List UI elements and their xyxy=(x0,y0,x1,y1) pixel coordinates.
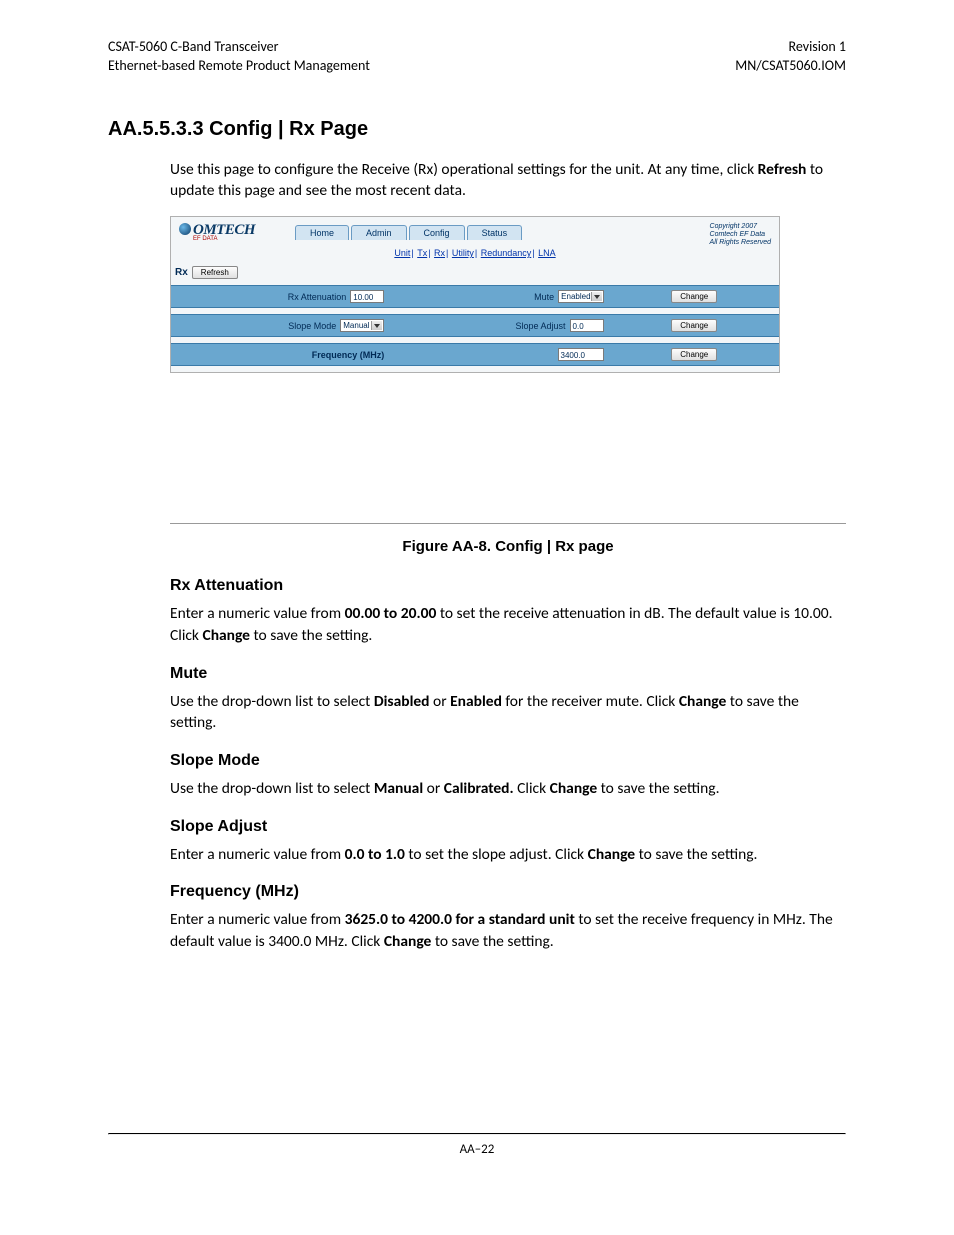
subtab-unit[interactable]: Unit xyxy=(394,248,410,258)
subtab-utility[interactable]: Utility xyxy=(452,248,474,258)
rx-attenuation-label: Rx Attenuation xyxy=(288,292,347,302)
intro-paragraph: Use this page to configure the Receive (… xyxy=(170,159,846,202)
header-left-1: CSAT-5060 C-Band Transceiver xyxy=(108,38,370,57)
change-button-row2[interactable]: Change xyxy=(671,319,717,332)
para-mute: Use the drop-down list to select Disable… xyxy=(170,691,846,734)
row-frequency: Frequency (MHz) 3400.0 Change xyxy=(171,343,779,366)
section-heading: AA.5.5.3.3 Config | Rx Page xyxy=(108,118,846,141)
figure-config-rx: OMTECH EF DATA Home Admin Config Status … xyxy=(170,216,846,555)
slope-mode-label: Slope Mode xyxy=(288,321,336,331)
figure-rule xyxy=(170,523,846,524)
para-rx-attenuation: Enter a numeric value from 00.00 to 20.0… xyxy=(170,603,846,646)
subtab-rx[interactable]: Rx xyxy=(434,248,445,258)
refresh-button[interactable]: Refresh xyxy=(192,266,238,279)
subtab-tx[interactable]: Tx xyxy=(417,248,427,258)
sub-tabs: Unit| Tx| Rx| Utility| Redundancy| LNA xyxy=(171,248,779,258)
slope-adjust-input[interactable]: 0.0 xyxy=(570,319,604,332)
globe-icon xyxy=(179,223,191,235)
frequency-label: Frequency (MHz) xyxy=(312,350,385,360)
heading-slope-mode: Slope Mode xyxy=(170,752,846,770)
rx-section-label: Rx xyxy=(175,267,188,278)
tab-status[interactable]: Status xyxy=(467,225,523,240)
subtab-redundancy[interactable]: Redundancy xyxy=(481,248,532,258)
heading-mute: Mute xyxy=(170,665,846,683)
frequency-input[interactable]: 3400.0 xyxy=(558,348,604,361)
header-right-1: Revision 1 xyxy=(735,38,846,57)
tab-admin[interactable]: Admin xyxy=(351,225,407,240)
heading-frequency: Frequency (MHz) xyxy=(170,883,846,901)
header-right-2: MN/CSAT5060.IOM xyxy=(735,57,846,76)
heading-rx-attenuation: Rx Attenuation xyxy=(170,577,846,595)
page-number: AA–22 xyxy=(0,1142,954,1157)
rx-attenuation-input[interactable]: 10.00 xyxy=(350,290,384,303)
mute-select[interactable]: Enabled xyxy=(558,290,603,303)
copyright: Copyright 2007 Comtech EF Data All Right… xyxy=(710,223,771,246)
main-tabs: Home Admin Config Status xyxy=(295,225,524,240)
slope-mode-select[interactable]: Manual xyxy=(340,319,384,332)
page-header: CSAT-5060 C-Band Transceiver Ethernet-ba… xyxy=(108,38,846,76)
change-button-row1[interactable]: Change xyxy=(671,290,717,303)
para-slope-adjust: Enter a numeric value from 0.0 to 1.0 to… xyxy=(170,844,846,866)
tab-config[interactable]: Config xyxy=(409,225,465,240)
header-left-2: Ethernet-based Remote Product Management xyxy=(108,57,370,76)
row-attenuation-mute: Rx Attenuation 10.00 Mute Enabled Change xyxy=(171,285,779,308)
logo: OMTECH EF DATA xyxy=(179,223,255,242)
change-button-row3[interactable]: Change xyxy=(671,348,717,361)
figure-caption: Figure AA-8. Config | Rx page xyxy=(170,538,846,555)
footer-rule xyxy=(108,1133,846,1135)
row-slope: Slope Mode Manual Slope Adjust 0.0 Chang… xyxy=(171,314,779,337)
subtab-lna[interactable]: LNA xyxy=(538,248,556,258)
para-slope-mode: Use the drop-down list to select Manual … xyxy=(170,778,846,800)
para-frequency: Enter a numeric value from 3625.0 to 420… xyxy=(170,909,846,952)
slope-adjust-label: Slope Adjust xyxy=(515,321,565,331)
tab-home[interactable]: Home xyxy=(295,225,349,240)
mute-label: Mute xyxy=(534,292,554,302)
heading-slope-adjust: Slope Adjust xyxy=(170,818,846,836)
